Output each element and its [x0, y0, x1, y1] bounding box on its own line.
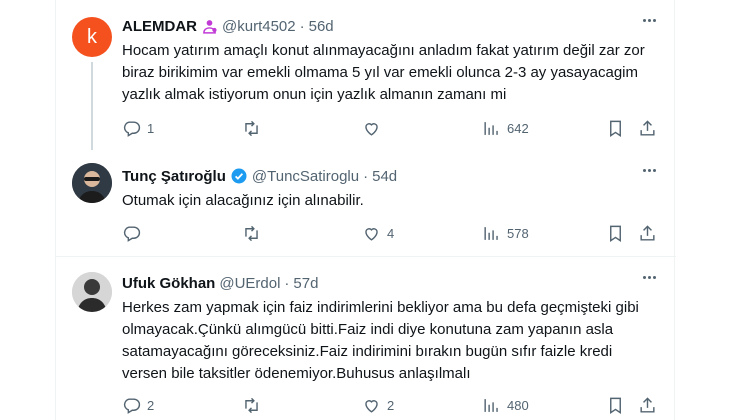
- tweet-content: Ufuk Gökhan @UErdol · 57d Herkes zam yap…: [122, 272, 660, 385]
- bookmark-icon: [610, 120, 621, 137]
- bookmark-icon: [610, 225, 621, 242]
- share-icon: [640, 397, 655, 413]
- reply-icon: [123, 121, 141, 137]
- views-icon: [484, 227, 498, 240]
- bookmark-button[interactable]: [606, 119, 625, 138]
- tweet-text: Hocam yatırım amaçlı konut alınmayacağın…: [122, 42, 645, 103]
- like-icon: [365, 228, 378, 241]
- tweet-actions: 2 2 480: [122, 396, 660, 416]
- more-icon[interactable]: [643, 276, 656, 279]
- retweet-button[interactable]: [242, 119, 267, 138]
- tweet-content: ALEMDAR @kurt4502 · 56d Hocam yatırım am…: [122, 15, 660, 106]
- separator-dot: ·: [284, 274, 290, 292]
- author-handle[interactable]: @UErdol: [219, 275, 280, 292]
- verified-badge-icon: [230, 167, 248, 185]
- tweet-header: ALEMDAR @kurt4502 · 56d: [122, 15, 660, 37]
- tweet-ufuk-gokhan[interactable]: Ufuk Gökhan @UErdol · 57d Herkes zam yap…: [56, 256, 676, 420]
- separator-dot: ·: [299, 17, 305, 35]
- avatar-photo: [72, 272, 112, 312]
- avatar-photo: [72, 163, 112, 203]
- views-count: 578: [507, 226, 529, 241]
- tweet-content: Tunç Şatıroğlu @TuncSatiroglu · 54d Otum…: [122, 165, 660, 212]
- avatar[interactable]: k: [72, 17, 112, 57]
- thread-connector-line: [91, 62, 93, 150]
- tweet-header: Ufuk Gökhan @UErdol · 57d: [122, 272, 660, 294]
- more-icon[interactable]: [643, 169, 656, 172]
- views-icon: [484, 122, 498, 135]
- share-button[interactable]: [638, 224, 657, 243]
- reply-icon: [123, 226, 141, 242]
- share-button[interactable]: [638, 396, 657, 415]
- like-icon: [365, 400, 378, 413]
- subscriber-badge-icon: [201, 18, 218, 35]
- like-button[interactable]: [362, 119, 387, 138]
- tweet-alemdar[interactable]: k ALEMDAR @kurt4502 · 56d Hocam yatırım …: [56, 0, 676, 150]
- tweet-actions: 4 578: [122, 224, 660, 244]
- more-icon[interactable]: [643, 19, 656, 22]
- tweet-thread: k ALEMDAR @kurt4502 · 56d Hocam yatırım …: [55, 0, 676, 420]
- reply-count: 1: [147, 121, 155, 136]
- tweet-text: Otumak için alacağınız için alınabilir.: [122, 192, 364, 209]
- avatar[interactable]: [72, 272, 112, 312]
- author-name[interactable]: Ufuk Gökhan: [122, 275, 215, 292]
- author-handle[interactable]: @kurt4502: [222, 18, 296, 35]
- retweet-icon: [245, 120, 258, 137]
- retweet-icon: [245, 225, 258, 242]
- reply-button[interactable]: 1: [122, 119, 154, 138]
- views-button[interactable]: 480: [482, 396, 529, 415]
- bookmark-button[interactable]: [606, 224, 625, 243]
- tweet-time[interactable]: 54d: [372, 168, 397, 185]
- tweet-actions: 1 642: [122, 119, 660, 139]
- reply-button[interactable]: [122, 224, 147, 243]
- like-button[interactable]: 4: [362, 224, 394, 243]
- tweet-time[interactable]: 56d: [309, 18, 334, 35]
- author-name[interactable]: ALEMDAR: [122, 18, 197, 35]
- views-count: 642: [507, 121, 529, 136]
- retweet-button[interactable]: [242, 224, 267, 243]
- share-button[interactable]: [638, 119, 657, 138]
- reply-count: 2: [147, 398, 155, 413]
- views-icon: [484, 399, 498, 412]
- tweet-tunc-satiroglu[interactable]: Tunç Şatıroğlu @TuncSatiroglu · 54d Otum…: [56, 150, 676, 255]
- views-count: 480: [507, 398, 529, 413]
- author-name[interactable]: Tunç Şatıroğlu: [122, 168, 226, 185]
- tweet-text: Herkes zam yapmak için faiz indirimlerin…: [122, 299, 639, 382]
- like-count: 2: [387, 398, 395, 413]
- tweet-time[interactable]: 57d: [293, 275, 318, 292]
- avatar[interactable]: [72, 163, 112, 203]
- retweet-button[interactable]: [242, 396, 267, 415]
- share-icon: [640, 120, 655, 136]
- retweet-icon: [245, 397, 258, 414]
- like-icon: [365, 123, 378, 136]
- author-handle[interactable]: @TuncSatiroglu: [252, 168, 359, 185]
- like-button[interactable]: 2: [362, 396, 394, 415]
- views-button[interactable]: 642: [482, 119, 529, 138]
- share-icon: [640, 225, 655, 241]
- tweet-header: Tunç Şatıroğlu @TuncSatiroglu · 54d: [122, 165, 660, 187]
- bookmark-button[interactable]: [606, 396, 625, 415]
- reply-button[interactable]: 2: [122, 396, 154, 415]
- like-count: 4: [387, 226, 395, 241]
- reply-icon: [123, 398, 141, 414]
- views-button[interactable]: 578: [482, 224, 529, 243]
- bookmark-icon: [610, 397, 621, 414]
- avatar-letter: k: [87, 25, 97, 48]
- separator-dot: ·: [363, 167, 369, 185]
